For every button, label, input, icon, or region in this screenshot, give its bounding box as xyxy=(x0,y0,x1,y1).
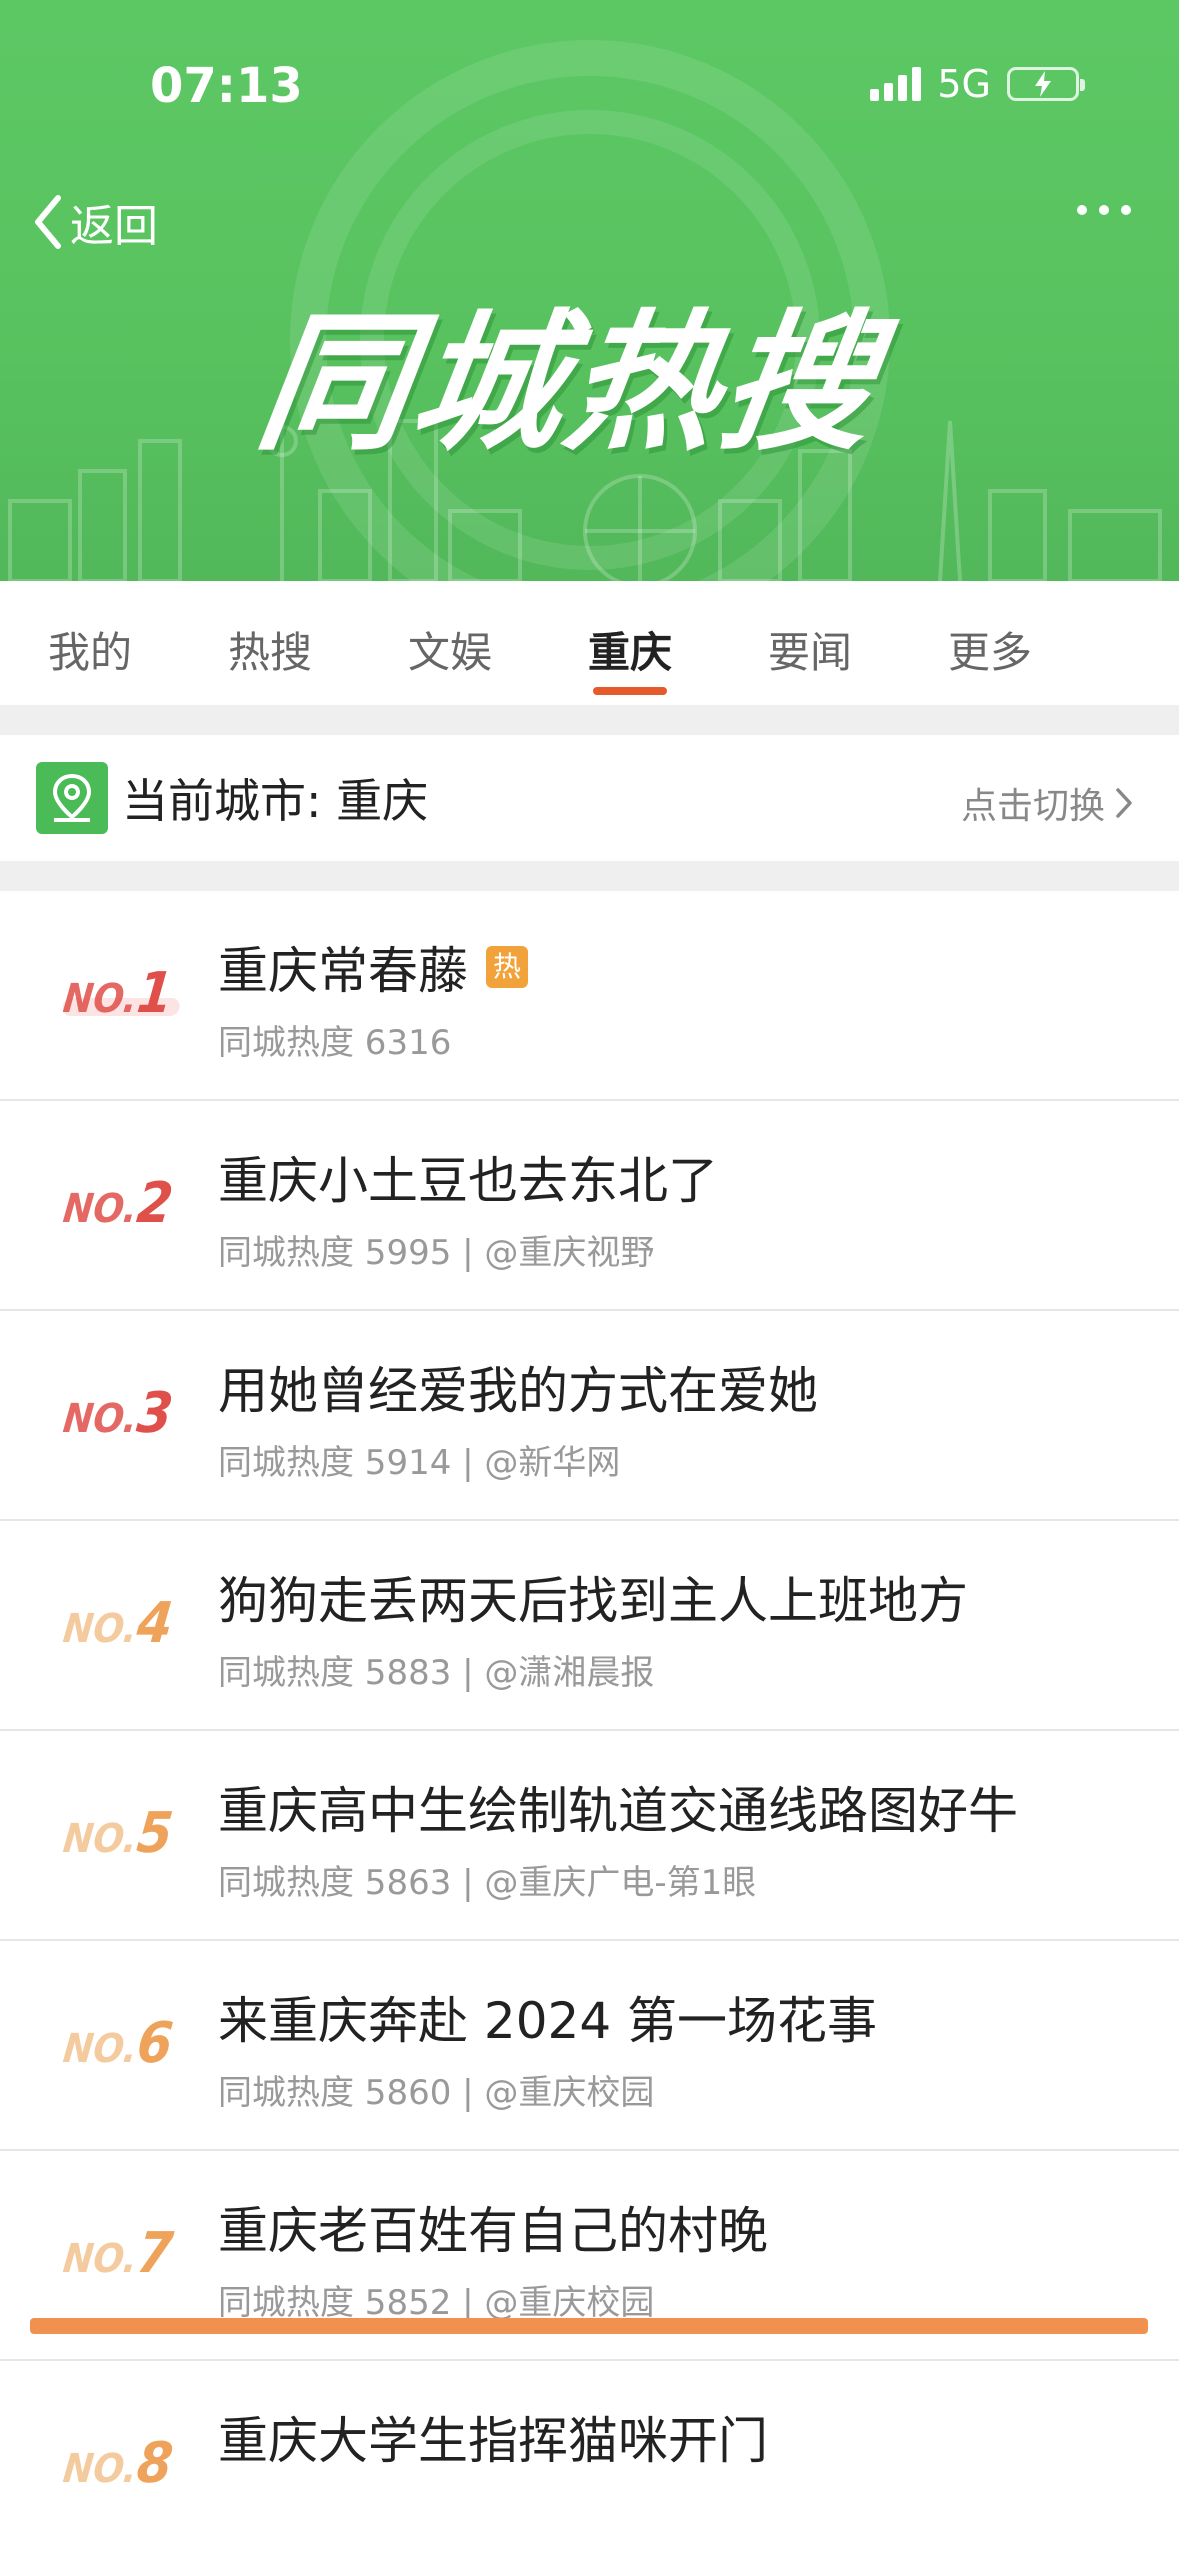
tab-more[interactable]: 更多 xyxy=(900,581,1080,705)
list-item[interactable]: NO.4 狗狗走丢两天后找到主人上班地方 同城热度 5883 | @潇湘晨报 xyxy=(0,1521,1179,1731)
rank-badge: NO.3 xyxy=(61,1381,176,1446)
back-button[interactable]: 返回 xyxy=(32,190,158,254)
switch-city-label: 点击切换 xyxy=(960,786,1105,827)
highlight-underline xyxy=(30,2318,1148,2334)
item-title: 来重庆奔赴 2024 第一场花事 xyxy=(218,1992,878,2050)
rank-badge: NO.8 xyxy=(61,2431,176,2496)
item-title: 重庆常春藤热 xyxy=(218,931,528,1003)
item-meta: 同城热度 5863 | @重庆广电-第1眼 xyxy=(218,1863,757,1903)
chevron-right-icon xyxy=(1116,788,1132,818)
banner-title: 同城热搜 xyxy=(247,297,889,471)
tab-entertainment[interactable]: 文娱 xyxy=(360,581,540,705)
rank-badge: NO.7 xyxy=(61,2221,176,2286)
rank-badge: NO.6 xyxy=(61,2011,176,2076)
tab-mine[interactable]: 我的 xyxy=(0,581,180,705)
item-meta: 同城热度 5914 | @新华网 xyxy=(218,1443,621,1483)
item-title: 狗狗走丢两天后找到主人上班地方 xyxy=(218,1572,968,1630)
status-indicators: 5G xyxy=(870,62,1085,106)
current-city-bar: 当前城市: 重庆 点击切换 xyxy=(0,735,1179,861)
location-pin-icon xyxy=(36,762,108,834)
list-item[interactable]: NO.5 重庆高中生绘制轨道交通线路图好牛 同城热度 5863 | @重庆广电-… xyxy=(0,1731,1179,1941)
tab-chongqing[interactable]: 重庆 xyxy=(540,581,720,705)
current-city-label: 当前城市: 重庆 xyxy=(122,774,429,828)
list-item[interactable]: NO.8 重庆大学生指挥猫咪开门 xyxy=(0,2361,1179,2571)
battery-charging-icon xyxy=(1007,67,1085,101)
item-meta: 同城热度 5860 | @重庆校园 xyxy=(218,2073,655,2113)
tab-hot-search[interactable]: 热搜 xyxy=(180,581,360,705)
list-item[interactable]: NO.3 用她曾经爱我的方式在爱她 同城热度 5914 | @新华网 xyxy=(0,1311,1179,1521)
list-item[interactable]: NO.1 重庆常春藤热 同城热度 6316 xyxy=(0,891,1179,1101)
tab-news[interactable]: 要闻 xyxy=(720,581,900,705)
hot-badge: 热 xyxy=(486,946,528,988)
list-item[interactable]: NO.6 来重庆奔赴 2024 第一场花事 同城热度 5860 | @重庆校园 xyxy=(0,1941,1179,2151)
rank-badge: NO.5 xyxy=(61,1801,176,1866)
item-title: 重庆高中生绘制轨道交通线路图好牛 xyxy=(218,1782,1018,1840)
item-meta: 同城热度 5852 | @重庆校园 xyxy=(218,2283,655,2323)
item-meta: 同城热度 6316 xyxy=(218,1023,452,1063)
item-meta: 同城热度 5995 | @重庆视野 xyxy=(218,1233,655,1273)
network-type: 5G xyxy=(937,62,991,106)
header-banner: 07:13 5G 返回 同城热搜 xyxy=(0,0,1179,581)
more-options-button[interactable] xyxy=(1077,205,1131,215)
rank-badge: NO.4 xyxy=(61,1591,176,1656)
item-title: 用她曾经爱我的方式在爱她 xyxy=(218,1362,818,1420)
item-title: 重庆老百姓有自己的村晚 xyxy=(218,2202,768,2260)
back-label: 返回 xyxy=(70,201,158,252)
more-dots-icon xyxy=(1077,205,1087,215)
item-meta: 同城热度 5883 | @潇湘晨报 xyxy=(218,1653,655,1693)
list-item[interactable]: NO.2 重庆小土豆也去东北了 同城热度 5995 | @重庆视野 xyxy=(0,1101,1179,1311)
rank-badge: NO.1 xyxy=(61,961,176,1026)
chevron-left-icon xyxy=(35,195,61,249)
item-title: 重庆大学生指挥猫咪开门 xyxy=(218,2412,768,2470)
signal-icon xyxy=(870,67,922,101)
switch-city-button[interactable]: 点击切换 xyxy=(961,777,1133,829)
item-title: 重庆小土豆也去东北了 xyxy=(218,1152,718,1210)
rank-badge: NO.2 xyxy=(61,1171,176,1236)
category-tabs: 我的 热搜 文娱 重庆 要闻 更多 xyxy=(0,581,1179,705)
status-time: 07:13 xyxy=(150,58,303,114)
